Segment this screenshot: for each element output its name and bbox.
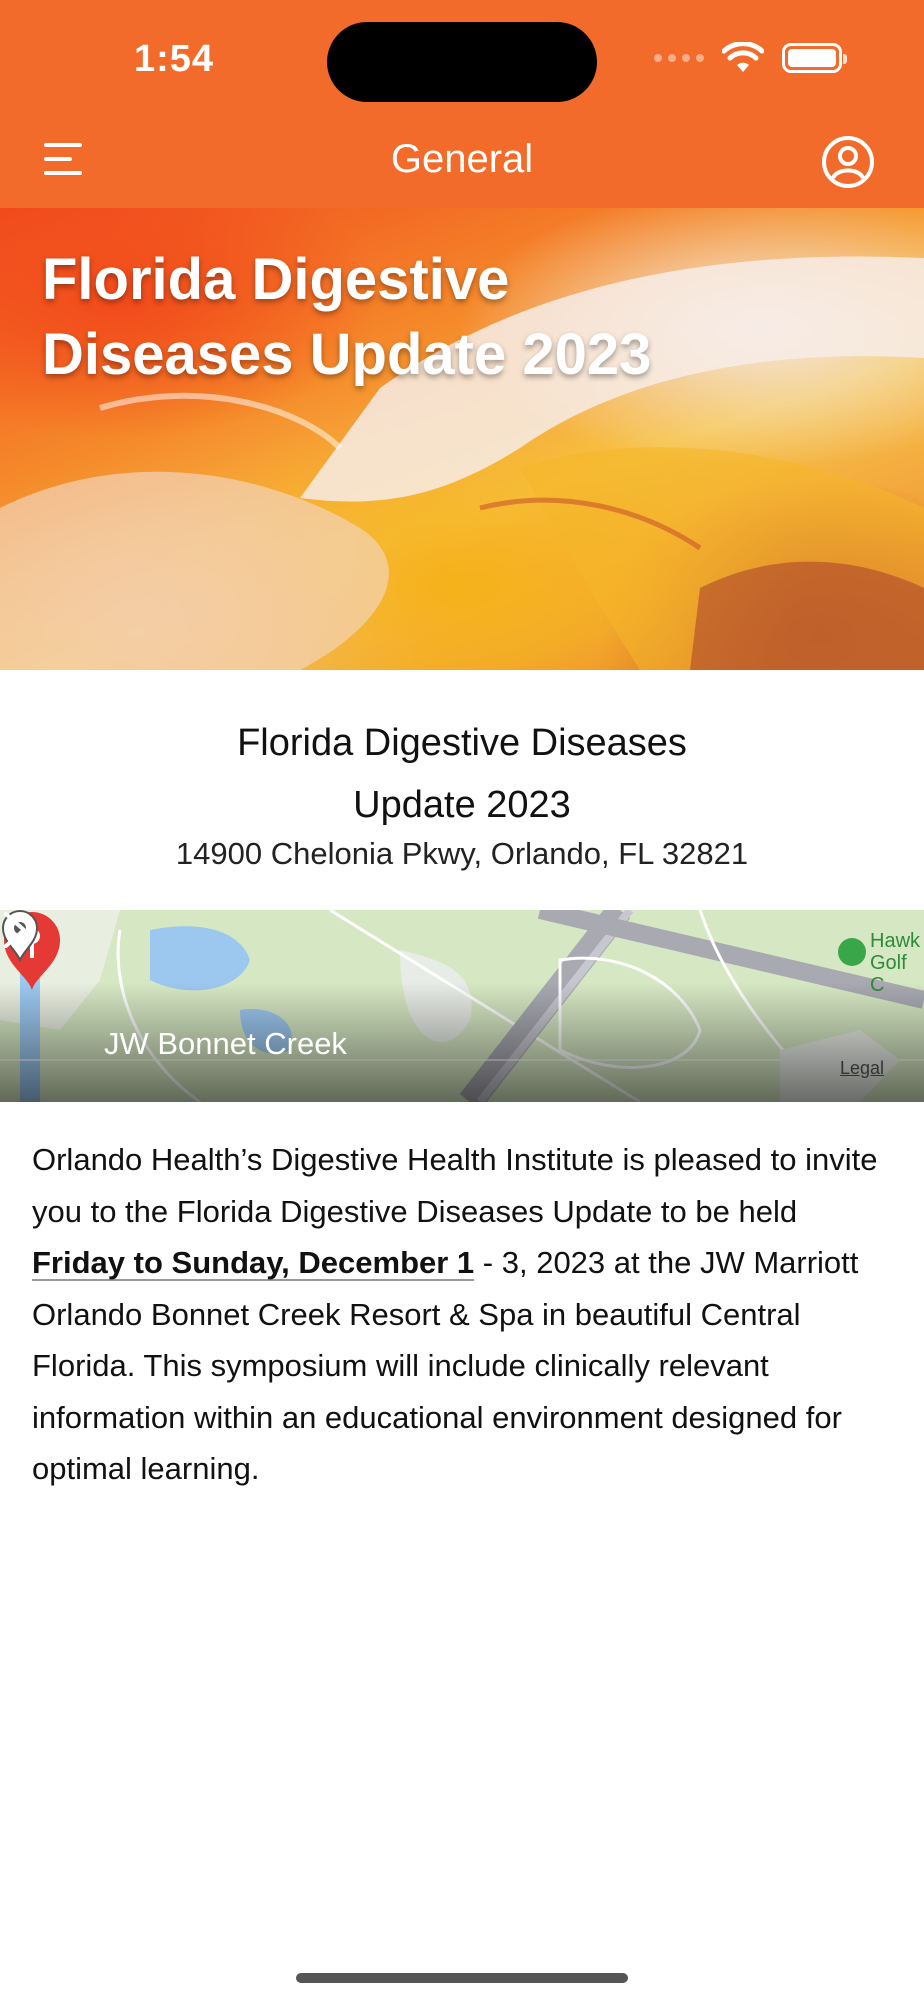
- cellular-signal-icon: [654, 54, 704, 62]
- event-date-link[interactable]: Friday to Sunday, December 1: [32, 1245, 474, 1280]
- description-text-part1: Orlando Health’s Digestive Health Instit…: [32, 1142, 878, 1229]
- page-title: General: [390, 137, 534, 181]
- event-title-line2: Update 2023: [353, 784, 571, 826]
- map-legal-link[interactable]: Legal: [840, 1058, 884, 1079]
- dynamic-island: [327, 22, 597, 102]
- app-header: 1:54 General: [0, 0, 924, 208]
- map-poi-line1: Hawk: [870, 930, 921, 952]
- event-banner-image: Florida Digestive Diseases Update 2023: [0, 208, 924, 670]
- home-indicator[interactable]: [296, 1973, 628, 1983]
- golf-poi-icon: [838, 938, 866, 966]
- event-description: Orlando Health’s Digestive Health Instit…: [32, 1134, 892, 1495]
- status-icons: [654, 42, 847, 74]
- location-map[interactable]: Hawk Golf C JW Bonnet Creek Legal: [0, 910, 924, 1102]
- map-location-label: JW Bonnet Creek: [104, 1026, 347, 1061]
- status-time: 1:54: [134, 38, 215, 80]
- banner-title: Florida Digestive Diseases Update 2023: [42, 247, 652, 387]
- chevron-right-icon[interactable]: [0, 910, 30, 950]
- event-title: Florida Digestive Diseases Update 2023: [0, 712, 924, 836]
- profile-icon[interactable]: [820, 134, 876, 190]
- event-title-line1: Florida Digestive Diseases: [237, 722, 687, 764]
- wifi-icon: [722, 42, 764, 72]
- battery-icon: [782, 43, 847, 73]
- event-address: 14900 Chelonia Pkwy, Orlando, FL 32821: [175, 836, 749, 871]
- description-text-part2: - 3, 2023 at the JW Marriott Orlando Bon…: [32, 1245, 859, 1486]
